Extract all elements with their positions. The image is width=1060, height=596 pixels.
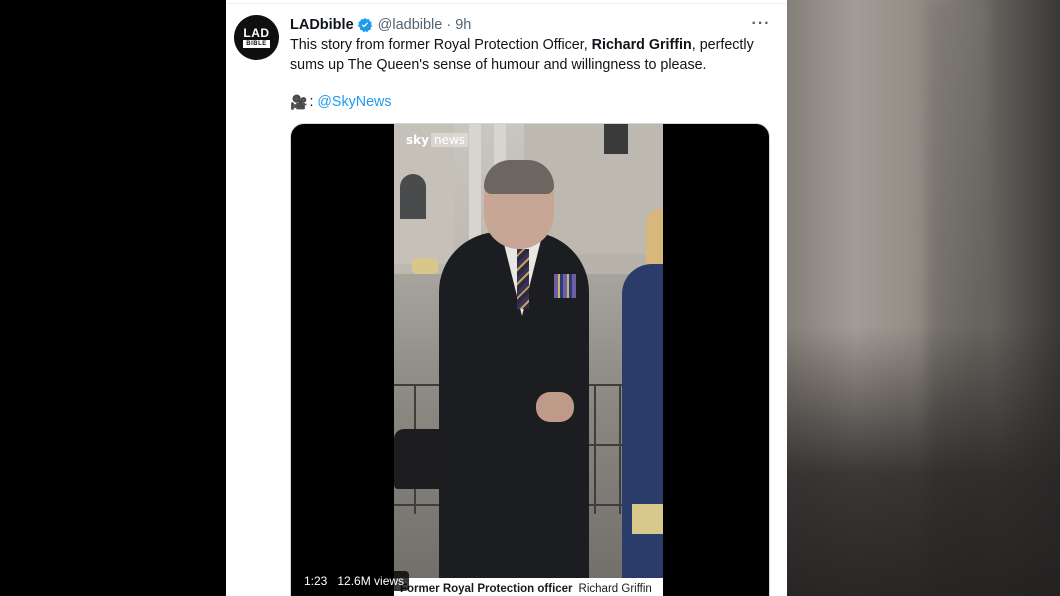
lower-third-caption: Former Royal Protection officer Richard … (394, 578, 663, 596)
video-stats-badge: 1:23 12.6M views (299, 571, 410, 591)
man-tie (517, 249, 529, 309)
sky-news-logo: sky news (406, 133, 469, 147)
man-hair (484, 160, 554, 194)
verified-badge-icon (357, 17, 373, 33)
avatar[interactable]: LAD BIBLE (234, 15, 279, 60)
video-camera-icon: 🎥 (290, 94, 308, 110)
header-separator: · (446, 17, 452, 33)
man-hands (536, 392, 574, 422)
skynews-mention-link[interactable]: @SkyNews (317, 93, 391, 113)
credit-colon: : (309, 94, 314, 110)
building-window (604, 124, 628, 154)
video-frame[interactable]: sky news Former Royal Protection officer… (394, 124, 663, 596)
divider (226, 3, 787, 4)
sky-logo-text: sky (406, 133, 429, 147)
right-blurred-background (787, 0, 1060, 596)
tweet-text-bold-name: Richard Griffin (591, 37, 692, 53)
tweet-timestamp[interactable]: 9h (455, 17, 471, 33)
video-duration: 1:23 (304, 574, 328, 588)
avatar-logo-bottom: BIBLE (243, 40, 270, 48)
author-handle[interactable]: @ladbible (378, 17, 443, 33)
tweet-text-start: This story from former Royal Protection … (290, 37, 592, 53)
left-black-background (0, 0, 226, 596)
woman-coat (622, 264, 663, 596)
news-logo-text: news (430, 133, 469, 147)
medals (554, 274, 576, 298)
video-views: 12.6M views (337, 574, 405, 588)
tweet-card[interactable]: LAD BIBLE LADbible @ladbible · 9h ··· Th… (226, 0, 787, 596)
car (412, 258, 438, 274)
video-player[interactable]: sky news Former Royal Protection officer… (290, 123, 770, 596)
avatar-logo-top: LAD (243, 26, 270, 40)
tweet-body: This story from former Royal Protection … (290, 36, 770, 75)
woman-skirt (632, 504, 663, 534)
video-credit: 🎥 : @SkyNews (290, 93, 392, 113)
caption-role: Former Royal Protection officer (400, 583, 573, 595)
author-name[interactable]: LADbible (290, 17, 354, 33)
building-window (400, 174, 426, 219)
more-options-icon[interactable]: ··· (750, 14, 772, 34)
caption-name: Richard Griffin (578, 583, 652, 595)
tweet-header: LADbible @ladbible · 9h (290, 15, 471, 35)
